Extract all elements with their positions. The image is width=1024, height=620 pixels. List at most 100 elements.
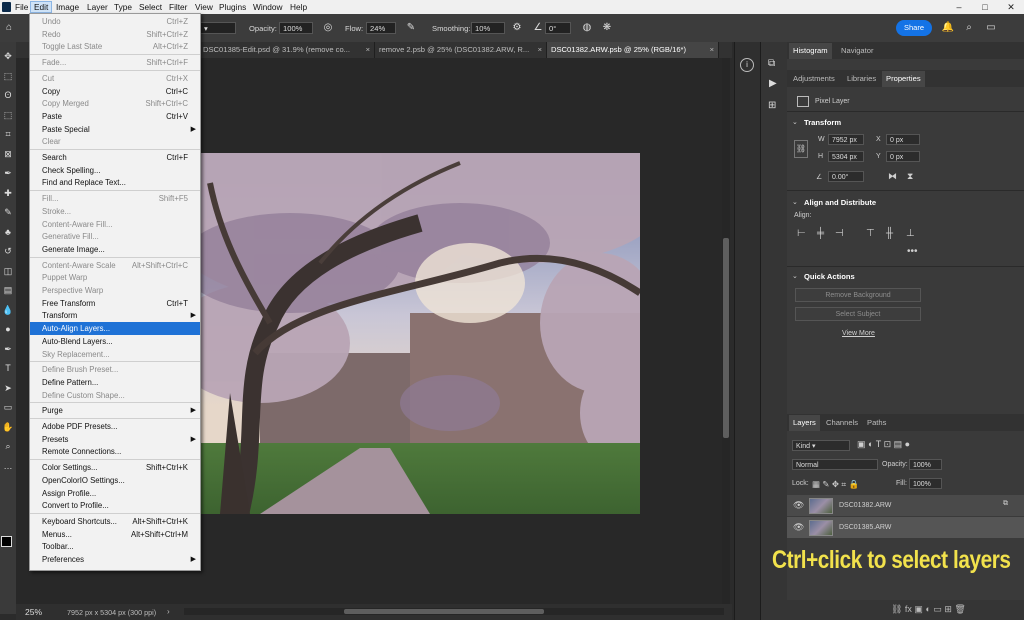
- close-icon[interactable]: ×: [710, 42, 714, 58]
- layer-filter-kind[interactable]: Kind ▾: [792, 440, 850, 451]
- menu-view[interactable]: View: [192, 1, 216, 13]
- opacity-input[interactable]: 100%: [279, 22, 313, 34]
- layer-opacity-input[interactable]: 100%: [909, 459, 942, 470]
- remove-background-button[interactable]: Remove Background: [795, 288, 921, 302]
- edit-menu-item-free-transform[interactable]: Free Transform Ctrl+T: [30, 297, 200, 310]
- edit-menu-item-clear[interactable]: Clear: [30, 135, 200, 148]
- edit-menu-item-define-brush-preset[interactable]: Define Brush Preset...: [30, 363, 200, 376]
- chevron-down-icon[interactable]: ⌄: [792, 198, 798, 206]
- spot-heal-icon[interactable]: ✚: [2, 187, 14, 199]
- gradient-icon[interactable]: ▤: [2, 284, 14, 296]
- menu-edit[interactable]: Edit: [30, 1, 53, 13]
- airbrush-icon[interactable]: ✎: [404, 21, 418, 35]
- edit-menu-item-fill[interactable]: Fill... Shift+F5: [30, 192, 200, 205]
- notifications-icon[interactable]: 🔔: [941, 21, 955, 35]
- swatches-icon[interactable]: ⊞: [768, 100, 776, 111]
- menu-filter[interactable]: Filter: [166, 1, 190, 13]
- y-field[interactable]: 0 px: [886, 151, 920, 162]
- link-icon[interactable]: ⛓: [794, 140, 808, 158]
- menu-layer[interactable]: Layer: [84, 1, 111, 13]
- frame-tool-icon[interactable]: ⊠: [2, 148, 14, 160]
- layer-row[interactable]: 👁 DSC01385.ARW: [787, 517, 1024, 538]
- edit-menu-item-define-pattern[interactable]: Define Pattern...: [30, 376, 200, 389]
- eraser-icon[interactable]: ◫: [2, 265, 14, 277]
- mode-select[interactable]: ▾: [200, 22, 236, 34]
- menu-help[interactable]: Help: [287, 1, 310, 13]
- edit-menu-item-menus[interactable]: Menus... Alt+Shift+Ctrl+M: [30, 528, 200, 541]
- blur-icon[interactable]: 💧: [2, 304, 14, 316]
- tab-histogram[interactable]: Histogram: [789, 43, 832, 59]
- edit-menu-item-undo[interactable]: Undo Ctrl+Z: [30, 15, 200, 28]
- edit-menu-item-auto-blend-layers[interactable]: Auto-Blend Layers...: [30, 335, 200, 348]
- edit-menu-item-paste-special[interactable]: Paste Special ▶: [30, 123, 200, 136]
- align-left-icon[interactable]: ⊢: [797, 228, 806, 239]
- close-icon[interactable]: ×: [366, 42, 370, 58]
- edit-menu-item-define-custom-shape[interactable]: Define Custom Shape...: [30, 389, 200, 402]
- maximize-button[interactable]: □: [972, 0, 998, 14]
- chevron-down-icon[interactable]: ⌄: [792, 118, 798, 126]
- object-select-icon[interactable]: ⬚: [2, 109, 14, 121]
- edit-menu-item-redo[interactable]: Redo Shift+Ctrl+Z: [30, 28, 200, 41]
- edit-menu-item-generative-fill[interactable]: Generative Fill...: [30, 230, 200, 243]
- select-subject-button[interactable]: Select Subject: [795, 307, 921, 321]
- menu-window[interactable]: Window: [250, 1, 286, 13]
- edit-menu-item-copy[interactable]: Copy Ctrl+C: [30, 85, 200, 98]
- edit-menu-item-stroke[interactable]: Stroke...: [30, 205, 200, 218]
- tab-navigator[interactable]: Navigator: [837, 43, 878, 59]
- document-info[interactable]: 7952 px x 5304 px (300 ppi): [67, 608, 156, 617]
- path-select-icon[interactable]: ➤: [2, 382, 14, 394]
- tab-dsc01382[interactable]: DSC01382.ARW.psb @ 25% (RGB/16*) ×: [547, 42, 719, 58]
- layer-actions-icons[interactable]: ⛓ fx ▣ ◐ ▭ ⊞ 🗑: [891, 604, 966, 615]
- edit-menu-item-check-spelling[interactable]: Check Spelling...: [30, 164, 200, 177]
- angle-input[interactable]: 0°: [545, 22, 571, 34]
- scrollbar-thumb[interactable]: [723, 238, 729, 438]
- edit-menu-item-auto-align-layers[interactable]: Auto-Align Layers...: [30, 322, 200, 336]
- align-middle-v-icon[interactable]: ╫: [886, 228, 893, 239]
- edit-menu-item-sky-replacement[interactable]: Sky Replacement...: [30, 348, 200, 361]
- minimize-button[interactable]: –: [946, 0, 972, 14]
- edit-menu-item-convert-to-profile[interactable]: Convert to Profile...: [30, 499, 200, 512]
- edit-menu-item-color-settings[interactable]: Color Settings... Shift+Ctrl+K: [30, 461, 200, 474]
- edit-menu-item-presets[interactable]: Presets ▶: [30, 433, 200, 446]
- tab-adjustments[interactable]: Adjustments: [789, 71, 839, 87]
- edit-menu-item-toggle-last-state[interactable]: Toggle Last State Alt+Ctrl+Z: [30, 40, 200, 53]
- info-icon[interactable]: i: [740, 58, 754, 72]
- clone-stamp-icon[interactable]: ♣: [2, 226, 14, 238]
- status-menu-arrow-icon[interactable]: ›: [167, 607, 170, 616]
- document-image[interactable]: [200, 153, 640, 514]
- align-right-icon[interactable]: ⊣: [835, 228, 844, 239]
- tab-dsc01385-edit[interactable]: DSC01385-Edit.psd @ 31.9% (remove co... ×: [199, 42, 375, 58]
- marquee-tool-icon[interactable]: ⬚: [2, 70, 14, 82]
- flip-horizontal-icon[interactable]: ⧓: [888, 171, 897, 182]
- edit-menu-item-preferences[interactable]: Preferences ▶: [30, 553, 200, 566]
- pressure-size-icon[interactable]: ◍: [580, 21, 594, 35]
- crop-tool-icon[interactable]: ⌗: [2, 128, 14, 140]
- edit-menu-item-adobe-pdf-presets[interactable]: Adobe PDF Presets...: [30, 420, 200, 433]
- layer-name[interactable]: DSC01385.ARW: [839, 524, 891, 531]
- more-tools-icon[interactable]: …: [2, 460, 14, 472]
- lasso-tool-icon[interactable]: ʘ: [2, 89, 14, 101]
- menu-type[interactable]: Type: [111, 1, 135, 13]
- edit-menu-item-content-aware-fill[interactable]: Content-Aware Fill...: [30, 218, 200, 231]
- align-center-h-icon[interactable]: ╪: [817, 228, 824, 239]
- tab-channels[interactable]: Channels: [822, 415, 862, 431]
- pressure-opacity-icon[interactable]: ◎: [321, 21, 335, 35]
- x-field[interactable]: 0 px: [886, 134, 920, 145]
- brush-tool-icon[interactable]: ✎: [2, 206, 14, 218]
- edit-menu-item-cut[interactable]: Cut Ctrl+X: [30, 72, 200, 85]
- share-button[interactable]: Share: [896, 20, 932, 36]
- scrollbar-thumb[interactable]: [344, 609, 544, 614]
- edit-menu-item-perspective-warp[interactable]: Perspective Warp: [30, 284, 200, 297]
- horizontal-scrollbar[interactable]: [184, 608, 724, 615]
- blend-mode-select[interactable]: Normal: [792, 459, 878, 470]
- workspace-icon[interactable]: ▭: [984, 21, 998, 35]
- flip-vertical-icon[interactable]: ⧗: [907, 171, 913, 182]
- home-icon[interactable]: ⌂: [2, 21, 16, 35]
- hand-tool-icon[interactable]: ✋: [2, 421, 14, 433]
- tab-properties[interactable]: Properties: [882, 71, 925, 87]
- vertical-scrollbar[interactable]: [722, 58, 730, 604]
- symmetry-icon[interactable]: ❋: [600, 21, 614, 35]
- edit-menu-item-opencolorio-settings[interactable]: OpenColorIO Settings...: [30, 474, 200, 487]
- history-brush-icon[interactable]: ↺: [2, 245, 14, 257]
- flow-input[interactable]: 24%: [366, 22, 396, 34]
